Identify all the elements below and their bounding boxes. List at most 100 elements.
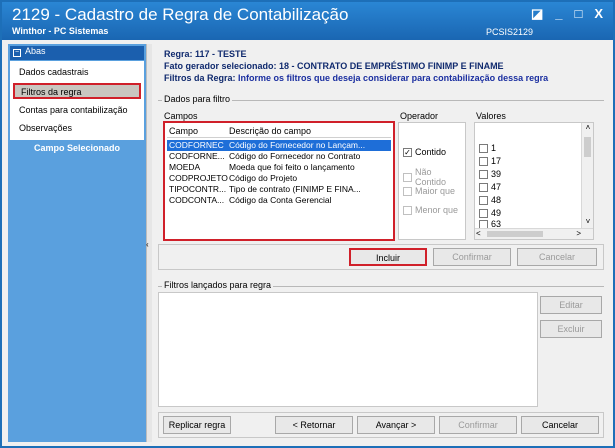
valores-list: 1 17 39 47 48 49 63 ˄ ˅ < > bbox=[474, 122, 594, 240]
avancar-button[interactable]: Avançar > bbox=[357, 416, 435, 434]
filtros-lancados-list[interactable] bbox=[158, 292, 538, 407]
row-descricao: Código da Conta Gerencial bbox=[229, 195, 332, 205]
table-row[interactable]: CODFORNE... Código do Fornecedor no Contr… bbox=[167, 151, 391, 162]
checkbox-icon bbox=[479, 182, 488, 192]
operador-maior-que-checkbox[interactable]: Maior que bbox=[403, 186, 455, 196]
cancelar-button[interactable]: Cancelar bbox=[521, 416, 599, 434]
operador-label-text: Não Contido bbox=[415, 167, 447, 187]
checkbox-icon bbox=[479, 169, 488, 179]
valor-label: 47 bbox=[491, 182, 502, 192]
valor-label: 63 bbox=[491, 220, 502, 228]
filtro-action-bar: Incluir Confirmar Cancelar bbox=[158, 244, 604, 270]
abas-header[interactable]: − Abas bbox=[10, 46, 144, 60]
sidebar-item-contas-para-contabilizacao[interactable]: Contas para contabilização bbox=[13, 103, 141, 119]
dados-filtro-title: Dados para filtro bbox=[162, 94, 233, 104]
operador-nao-contido-checkbox[interactable]: Não Contido bbox=[403, 167, 465, 187]
campos-list[interactable]: Campo Descrição do campo CODFORNEC Código… bbox=[164, 122, 394, 240]
scrollbar-thumb[interactable] bbox=[487, 231, 543, 237]
retornar-button[interactable]: < Retornar bbox=[275, 416, 353, 434]
valores-vertical-scrollbar[interactable]: ˄ ˅ bbox=[581, 123, 593, 229]
campos-list-header: Campo Descrição do campo bbox=[167, 125, 391, 138]
sidebar-splitter[interactable]: ‹ bbox=[146, 44, 152, 442]
operador-contido-checkbox[interactable]: ✓ Contido bbox=[403, 147, 446, 157]
replicar-regra-button[interactable]: Replicar regra bbox=[163, 416, 231, 434]
sidebar-item-label: Dados cadastrais bbox=[19, 67, 89, 77]
sidebar-item-label: Contas para contabilização bbox=[19, 105, 128, 115]
chevron-right-icon[interactable]: > bbox=[576, 229, 581, 238]
valor-label: 1 bbox=[491, 143, 497, 153]
filtros-label: Filtros da Regra: bbox=[164, 73, 236, 83]
sidebar-item-filtros-da-regra[interactable]: Filtros da regra bbox=[13, 83, 141, 99]
checkbox-icon bbox=[479, 156, 488, 166]
collapse-minus-icon[interactable]: − bbox=[13, 49, 21, 57]
row-campo: CODFORNEC bbox=[169, 140, 224, 150]
table-row[interactable]: CODFORNEC Código do Fornecedor no Lançam.… bbox=[167, 140, 391, 151]
valores-label: Valores bbox=[476, 111, 506, 121]
main-panel: Regra: 117 - TESTE Fato gerador selecion… bbox=[154, 44, 610, 442]
sidebar-item-label: Observações bbox=[19, 123, 73, 133]
title-bar[interactable]: 2129 - Cadastro de Regra de Contabilizaç… bbox=[2, 2, 613, 40]
confirmar-button[interactable]: Confirmar bbox=[439, 416, 517, 434]
window-title: 2129 - Cadastro de Regra de Contabilizaç… bbox=[12, 5, 349, 24]
valor-checkbox[interactable]: 49 bbox=[479, 208, 501, 218]
table-row[interactable]: CODPROJETO Código do Projeto bbox=[167, 173, 391, 184]
confirmar-filter-button[interactable]: Confirmar bbox=[433, 248, 511, 266]
checkbox-icon bbox=[479, 195, 488, 205]
valor-checkbox[interactable]: 47 bbox=[479, 182, 501, 192]
valor-checkbox[interactable]: 17 bbox=[479, 156, 501, 166]
sidebar-item-dados-cadastrais[interactable]: Dados cadastrais bbox=[13, 65, 141, 81]
checkbox-icon bbox=[403, 205, 412, 215]
valor-checkbox[interactable]: 39 bbox=[479, 169, 501, 179]
operador-menor-que-checkbox[interactable]: Menor que bbox=[403, 205, 458, 215]
valor-checkbox[interactable]: 1 bbox=[479, 143, 496, 153]
column-header-campo[interactable]: Campo bbox=[169, 126, 198, 136]
filtros-regra-line: Filtros da Regra: Informe os filtros que… bbox=[164, 73, 548, 83]
chevron-left-icon[interactable]: ‹ bbox=[146, 240, 149, 249]
minimize-icon[interactable]: _ bbox=[555, 6, 562, 22]
scrollbar-thumb[interactable] bbox=[584, 137, 591, 157]
window-controls: ◪ _ □ X bbox=[531, 6, 603, 22]
checkbox-icon bbox=[479, 143, 488, 153]
valor-checkbox[interactable]: 48 bbox=[479, 195, 501, 205]
row-descricao: Tipo de contrato (FINIMP E FINA... bbox=[229, 184, 361, 194]
program-code: PCSIS2129 bbox=[486, 27, 534, 37]
abas-label: Abas bbox=[25, 46, 46, 56]
column-header-descricao[interactable]: Descrição do campo bbox=[229, 126, 311, 136]
filtros-value: Informe os filtros que deseja considerar… bbox=[238, 73, 549, 83]
close-icon[interactable]: X bbox=[594, 6, 603, 22]
excluir-button[interactable]: Excluir bbox=[540, 320, 602, 338]
valor-checkbox[interactable]: 63 bbox=[479, 220, 501, 228]
incluir-button[interactable]: Incluir bbox=[349, 248, 427, 266]
operador-group: ✓ Contido Não Contido Maior que Menor que bbox=[398, 122, 466, 240]
fato-label: Fato gerador selecionado: bbox=[164, 61, 277, 71]
window-subtitle: Winthor - PC Sistemas bbox=[12, 26, 109, 36]
row-campo: CODFORNE... bbox=[169, 151, 225, 161]
valor-label: 17 bbox=[491, 156, 502, 166]
valor-label: 39 bbox=[491, 169, 502, 179]
row-descricao: Código do Fornecedor no Contrato bbox=[229, 151, 361, 161]
maximize-icon[interactable]: □ bbox=[574, 6, 582, 22]
valores-horizontal-scrollbar[interactable]: < > bbox=[475, 228, 593, 239]
operador-label: Operador bbox=[400, 111, 439, 121]
operador-label-text: Contido bbox=[415, 147, 447, 157]
operador-label-text: Maior que bbox=[415, 186, 456, 196]
chevron-up-icon[interactable]: ˄ bbox=[582, 123, 594, 135]
regra-value: 117 - TESTE bbox=[195, 49, 247, 59]
table-row[interactable]: CODCONTA... Código da Conta Gerencial bbox=[167, 195, 391, 206]
checkbox-icon bbox=[479, 220, 488, 228]
row-descricao: Código do Projeto bbox=[229, 173, 298, 183]
campos-label: Campos bbox=[164, 111, 198, 121]
checkbox-icon bbox=[403, 186, 412, 196]
chevron-left-icon[interactable]: < bbox=[476, 229, 481, 238]
table-row[interactable]: MOEDA Moeda que foi feito o lançamento bbox=[167, 162, 391, 173]
editar-button[interactable]: Editar bbox=[540, 296, 602, 314]
restore-icon[interactable]: ◪ bbox=[531, 6, 543, 22]
table-row[interactable]: TIPOCONTR... Tipo de contrato (FINIMP E F… bbox=[167, 184, 391, 195]
valor-label: 49 bbox=[491, 208, 502, 218]
cancelar-filter-button[interactable]: Cancelar bbox=[517, 248, 597, 266]
sidebar-item-observacoes[interactable]: Observações bbox=[13, 121, 141, 137]
row-descricao: Código do Fornecedor no Lançam... bbox=[229, 140, 366, 150]
regra-line: Regra: 117 - TESTE bbox=[164, 49, 247, 59]
fato-value: 18 - CONTRATO DE EMPRÉSTIMO FINIMP E FIN… bbox=[279, 61, 504, 71]
checkbox-checked-icon: ✓ bbox=[403, 147, 412, 157]
